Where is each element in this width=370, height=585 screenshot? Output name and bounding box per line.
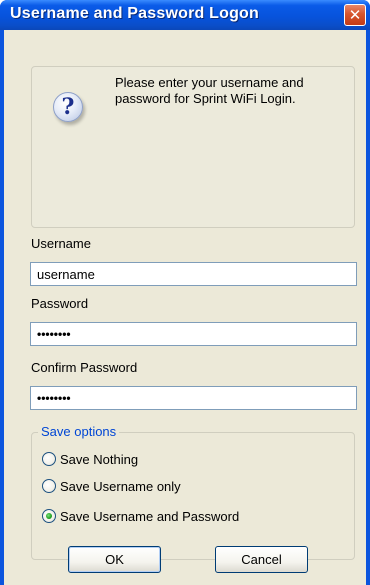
radio-button[interactable] [42,479,56,493]
info-panel: ? Please enter your username and passwor… [31,66,355,228]
radio-label: Save Username and Password [60,508,240,524]
ok-button[interactable]: OK [68,546,161,573]
logon-dialog: Username and Password Logon ✕ ? Please e… [0,0,370,585]
title-bar[interactable]: Username and Password Logon ✕ [0,0,370,30]
question-icon: ? [53,92,83,122]
radio-button-selected[interactable] [42,509,56,523]
info-message: Please enter your username and password … [115,75,304,106]
cancel-button[interactable]: Cancel [215,546,308,573]
radio-dot-icon [46,513,52,519]
radio-label: Save Username only [60,478,181,494]
password-label: Password [31,296,89,311]
radio-save-username-and-password[interactable]: Save Username and Password [42,507,239,525]
close-icon[interactable]: ✕ [344,4,366,26]
save-options-legend: Save options [38,424,120,439]
password-field[interactable] [30,322,357,346]
username-field[interactable] [30,262,357,286]
radio-label: Save Nothing [60,451,139,467]
window-title: Username and Password Logon [10,5,260,22]
radio-save-nothing[interactable]: Save Nothing [42,450,138,468]
dialog-body: ? Please enter your username and passwor… [4,30,366,585]
radio-save-username-only[interactable]: Save Username only [42,477,181,495]
radio-button[interactable] [42,452,56,466]
confirm-password-field[interactable] [30,386,357,410]
username-label: Username [31,236,91,251]
save-options-group: Save options Save Nothing Save Username … [31,424,355,560]
confirm-password-label: Confirm Password [31,360,138,375]
